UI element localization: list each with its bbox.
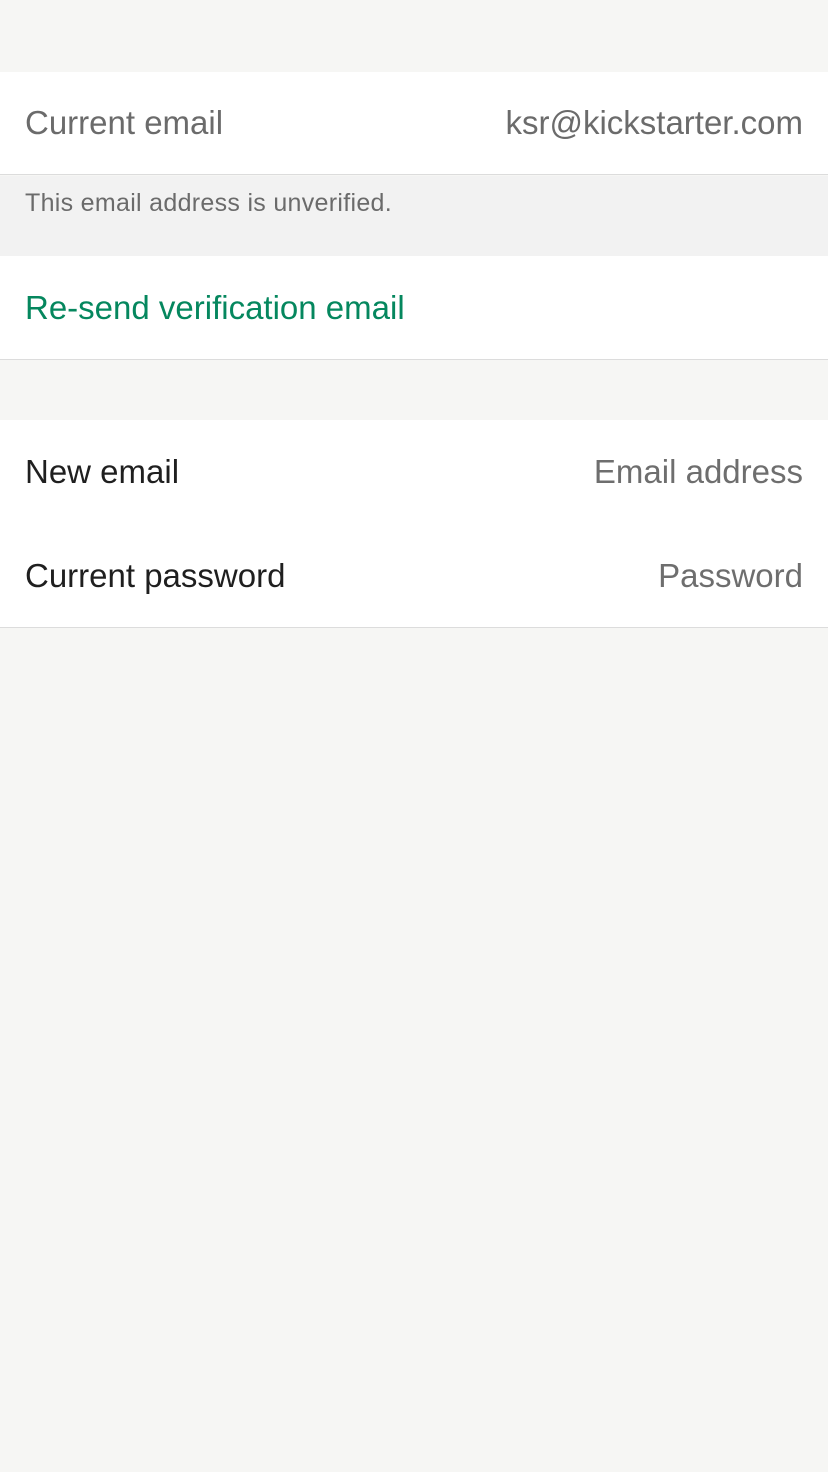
resend-verification-button[interactable]: Re-send verification email — [0, 256, 828, 360]
new-email-label: New email — [25, 453, 180, 490]
current-password-input[interactable] — [383, 557, 803, 595]
current-email-label: Current email — [25, 104, 224, 141]
current-password-label: Current password — [25, 557, 286, 594]
new-email-input[interactable] — [383, 453, 803, 491]
change-email-form: New email Current password — [0, 420, 828, 628]
new-email-row: New email — [0, 420, 828, 524]
unverified-email-note: This email address is unverified. — [0, 176, 828, 256]
resend-verification-label: Re-send verification email — [25, 288, 405, 326]
current-email-value: ksr@kickstarter.com — [505, 104, 803, 141]
current-password-row: Current password — [0, 524, 828, 628]
current-email-row: Current email ksr@kickstarter.com — [0, 72, 828, 175]
change-email-screen: Current email ksr@kickstarter.com This e… — [0, 0, 828, 1472]
